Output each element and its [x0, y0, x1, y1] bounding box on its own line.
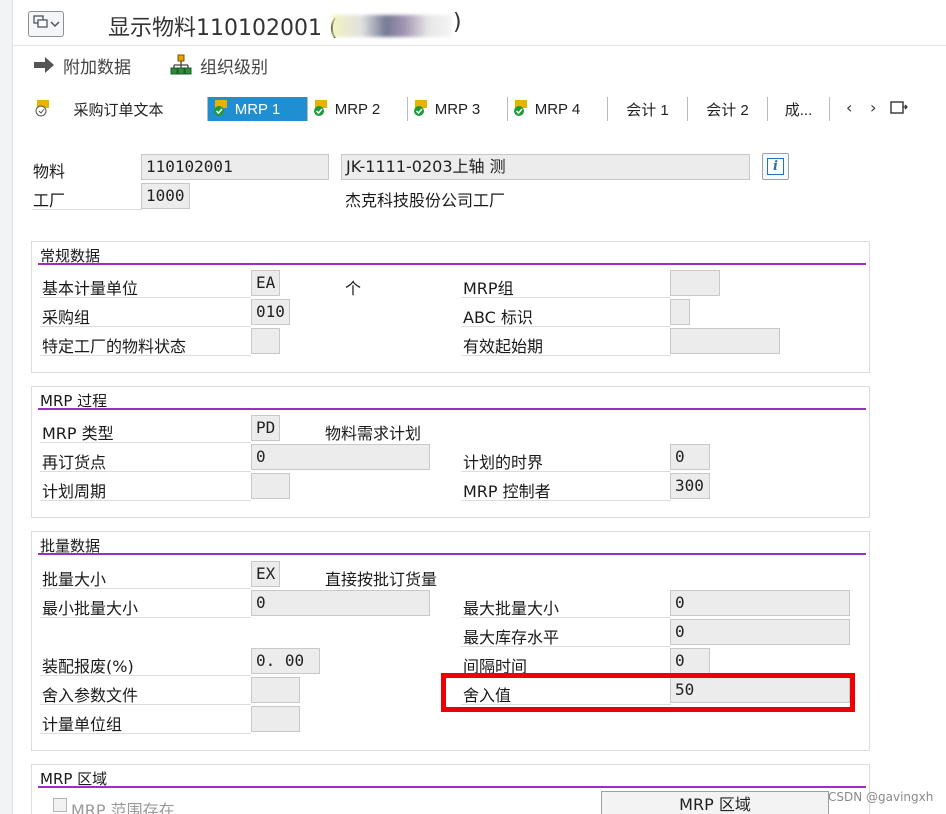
plant-field[interactable]: 1000 [141, 183, 190, 209]
base-uom-label: 基本计量单位 [42, 279, 139, 298]
left-panel-strip [0, 0, 13, 814]
info-icon: i [767, 158, 784, 175]
material-description-field[interactable]: JK-1111-0203上轴 测 [341, 154, 750, 180]
mrp-group-label: MRP组 [463, 279, 514, 298]
tab-accounting-1[interactable]: 会计 1 [608, 97, 688, 121]
chevron-left-icon[interactable]: ‹ [846, 98, 852, 117]
tab-label: 成... [784, 101, 813, 119]
tab-label: MRP 2 [334, 100, 381, 118]
time-fence-field[interactable]: 0 [670, 444, 710, 470]
additional-data-button[interactable]: 附加数据 [33, 52, 131, 78]
tab-label: MRP 1 [234, 100, 281, 118]
mrp-group-field[interactable] [670, 270, 720, 296]
tab-mrp-4[interactable]: MRP 4 [508, 97, 608, 121]
mrp-controller-label: MRP 控制者 [463, 482, 551, 501]
rounding-profile-field[interactable] [251, 677, 300, 703]
tab-mrp-1[interactable]: MRP 1 [208, 97, 308, 121]
info-button[interactable]: i [762, 153, 789, 180]
tab-status-icon [314, 100, 327, 116]
mrp-type-field[interactable]: PD [251, 415, 280, 441]
assembly-scrap-label: 装配报废(%) [42, 657, 134, 676]
lot-size-field[interactable]: EX [251, 561, 280, 587]
valid-from-field[interactable] [670, 328, 780, 354]
tab-label: MRP 3 [434, 100, 481, 118]
plant-label: 工厂 [33, 191, 66, 210]
abc-indicator-label: ABC 标识 [463, 308, 533, 327]
tab-mrp-3[interactable]: MRP 3 [408, 97, 508, 121]
material-label: 物料 [33, 162, 66, 181]
max-lot-size-label: 最大批量大小 [463, 599, 560, 618]
screen-switch-icon[interactable] [28, 11, 64, 37]
tab-label: MRP 4 [534, 100, 581, 118]
max-lot-size-field[interactable]: 0 [670, 590, 850, 616]
mrp-type-label: MRP 类型 [42, 424, 114, 443]
min-lot-size-label: 最小批量大小 [42, 599, 139, 618]
arrow-right-icon [34, 57, 54, 73]
tab-list-icon[interactable] [890, 100, 908, 116]
page-title-close-paren: ) [453, 10, 462, 35]
tab-status-icon [414, 100, 427, 116]
lot-size-text: 直接按批订货量 [325, 570, 438, 589]
planning-cycle-label: 计划周期 [42, 482, 107, 501]
tab-status-icon [214, 100, 227, 116]
time-fence-label: 计划的时界 [463, 453, 544, 472]
base-uom-text: 个 [345, 279, 362, 298]
tab-purchase-order-text[interactable]: 采购订单文本 [30, 97, 208, 121]
org-hierarchy-icon [170, 54, 192, 75]
tab-status-icon [514, 100, 527, 116]
tab-mrp-2[interactable]: MRP 2 [308, 97, 408, 121]
plant-status-field[interactable] [251, 328, 280, 354]
reorder-point-label: 再订货点 [42, 453, 107, 472]
assembly-scrap-field[interactable]: 0. 00 [251, 648, 320, 674]
tab-label: 会计 2 [706, 101, 749, 119]
planning-cycle-field[interactable] [251, 473, 290, 499]
rounding-value-highlight [441, 673, 855, 712]
plant-status-label: 特定工厂的物料状态 [42, 337, 187, 356]
mrp-controller-field[interactable]: 300 [670, 473, 710, 499]
tab-costing[interactable]: 成... [768, 97, 830, 121]
mrp-area-button[interactable]: MRP 区域 [601, 791, 829, 814]
mrp-area-exists-label: MRP 范围存在 [71, 801, 175, 814]
uom-group-label: 计量单位组 [42, 715, 123, 734]
page-title: 显示物料110102001 ( [108, 16, 338, 41]
additional-data-label: 附加数据 [63, 57, 131, 78]
tab-label: 采购订单文本 [73, 101, 164, 119]
reorder-point-field[interactable]: 0 [251, 444, 430, 470]
watermark: CSDN @gavingxh [828, 790, 934, 804]
plant-description: 杰克科技股份公司工厂 [345, 191, 506, 210]
tab-status-icon [35, 100, 49, 117]
mrp-area-exists-checkbox[interactable] [53, 798, 67, 812]
view-tabstrip: 采购订单文本 MRP 1 MRP 2 MRP 3 MRP 4 会计 1 会计 2… [30, 97, 910, 131]
tab-accounting-2[interactable]: 会计 2 [688, 97, 768, 121]
valid-from-label: 有效起始期 [463, 337, 544, 356]
max-stock-level-field[interactable]: 0 [670, 619, 850, 645]
abc-indicator-field[interactable] [670, 299, 690, 325]
mrp-type-text: 物料需求计划 [325, 424, 422, 443]
material-number-field[interactable]: 110102001 [141, 154, 329, 180]
mrp-procedure-group: MRP 过程 [31, 386, 870, 518]
rounding-profile-label: 舍入参数文件 [42, 686, 139, 705]
min-lot-size-field[interactable]: 0 [251, 590, 430, 616]
redacted-title-text [332, 15, 452, 37]
org-levels-label: 组织级别 [200, 57, 268, 78]
lot-size-label: 批量大小 [42, 570, 107, 589]
tab-label: 会计 1 [626, 101, 669, 119]
uom-group-field[interactable] [251, 706, 300, 732]
takt-time-field[interactable]: 0 [670, 648, 710, 674]
org-levels-button[interactable]: 组织级别 [170, 52, 268, 78]
purchasing-group-field[interactable]: 010 [251, 299, 290, 325]
purchasing-group-label: 采购组 [42, 308, 91, 327]
max-stock-level-label: 最大库存水平 [463, 628, 560, 647]
chevron-right-icon[interactable]: › [870, 98, 876, 117]
base-uom-field[interactable]: EA [251, 270, 280, 296]
